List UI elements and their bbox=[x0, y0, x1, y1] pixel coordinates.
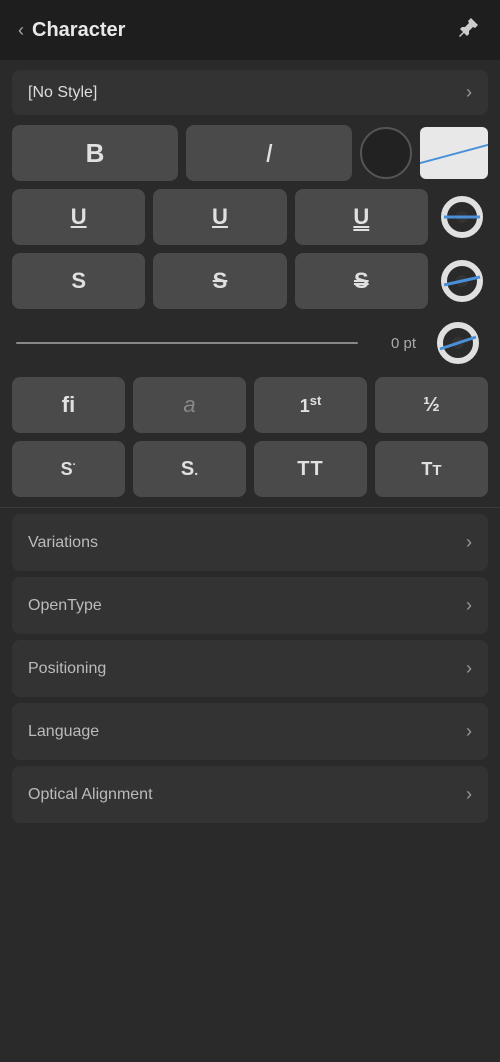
back-button[interactable]: ‹ bbox=[18, 20, 24, 41]
baseline-style-ring[interactable] bbox=[432, 317, 484, 369]
variations-chevron-icon: › bbox=[466, 532, 472, 553]
row-strikethrough: S S S bbox=[12, 253, 488, 309]
opentype-row[interactable]: OpenType › bbox=[12, 577, 488, 634]
language-row[interactable]: Language › bbox=[12, 703, 488, 760]
row-case: S· S. TT TT bbox=[12, 441, 488, 497]
underline-double-button[interactable]: U bbox=[295, 189, 428, 245]
row-bold-italic: B I bbox=[12, 125, 488, 181]
optical-alignment-label: Optical Alignment bbox=[28, 786, 153, 804]
strike-single-button[interactable]: S bbox=[153, 253, 286, 309]
baseline-row: 0 pt bbox=[12, 317, 488, 369]
positioning-chevron-icon: › bbox=[466, 658, 472, 679]
positioning-label: Positioning bbox=[28, 660, 106, 678]
strike-style-ring[interactable] bbox=[436, 255, 488, 307]
no-strike-button[interactable]: S bbox=[12, 253, 145, 309]
underline-style-ring[interactable] bbox=[436, 191, 488, 243]
style-chevron-icon: › bbox=[466, 82, 472, 103]
small-caps-button[interactable]: S. bbox=[133, 441, 246, 497]
alternate-a-button[interactable]: a bbox=[133, 377, 246, 433]
underline-single-button[interactable]: U bbox=[153, 189, 286, 245]
variations-row[interactable]: Variations › bbox=[12, 514, 488, 571]
pin-button[interactable] bbox=[456, 14, 482, 46]
fraction-button[interactable]: ½ bbox=[375, 377, 488, 433]
opentype-label: OpenType bbox=[28, 597, 102, 615]
language-chevron-icon: › bbox=[466, 721, 472, 742]
style-selector[interactable]: [No Style] › bbox=[12, 70, 488, 115]
title-case-button[interactable]: TT bbox=[375, 441, 488, 497]
variations-label: Variations bbox=[28, 534, 98, 552]
opentype-chevron-icon: › bbox=[466, 595, 472, 616]
ligature-fi-button[interactable]: fi bbox=[12, 377, 125, 433]
baseline-slider[interactable] bbox=[16, 342, 358, 344]
row-ligatures: fi a 1st ½ bbox=[12, 377, 488, 433]
row-underline: U U U bbox=[12, 189, 488, 245]
bold-button[interactable]: B bbox=[12, 125, 178, 181]
positioning-row[interactable]: Positioning › bbox=[12, 640, 488, 697]
italic-button[interactable]: I bbox=[186, 125, 352, 181]
superscript-dot-button[interactable]: S· bbox=[12, 441, 125, 497]
optical-alignment-row[interactable]: Optical Alignment › bbox=[12, 766, 488, 823]
superscript-button[interactable]: 1st bbox=[254, 377, 367, 433]
stroke-picker[interactable] bbox=[420, 127, 488, 179]
divider-1 bbox=[0, 507, 500, 508]
format-section-1: B I U U U S S S bbox=[12, 125, 488, 497]
header: ‹ Character bbox=[0, 0, 500, 60]
language-label: Language bbox=[28, 723, 99, 741]
style-label: [No Style] bbox=[28, 84, 97, 102]
baseline-value: 0 pt bbox=[366, 335, 416, 352]
header-left: ‹ Character bbox=[18, 19, 125, 42]
all-caps-button[interactable]: TT bbox=[254, 441, 367, 497]
optical-alignment-chevron-icon: › bbox=[466, 784, 472, 805]
panel-title: Character bbox=[32, 19, 125, 42]
strike-double-button[interactable]: S bbox=[295, 253, 428, 309]
color-picker[interactable] bbox=[360, 127, 412, 179]
underline-button[interactable]: U bbox=[12, 189, 145, 245]
